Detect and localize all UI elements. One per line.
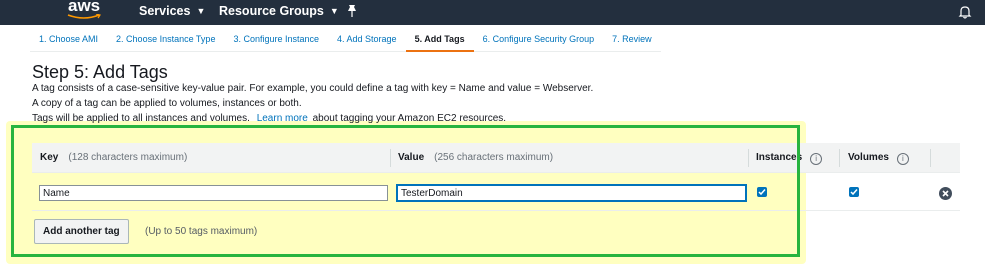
tab-add-tags[interactable]: 5. Add Tags: [405, 28, 474, 52]
aws-smile-icon: [67, 14, 101, 19]
resource-groups-label: Resource Groups: [219, 4, 324, 18]
resource-groups-menu[interactable]: Resource Groups ▼: [219, 4, 339, 18]
services-label: Services: [139, 4, 191, 18]
tab-configure-security-group[interactable]: 6. Configure Security Group: [473, 28, 604, 52]
chevron-down-icon: ▼: [196, 6, 206, 16]
description-line-2: A copy of a tag can be applied to volume…: [32, 98, 302, 109]
tab-configure-instance[interactable]: 3. Configure Instance: [224, 28, 329, 52]
description-text: Tags will be applied to all instances an…: [32, 113, 250, 124]
learn-more-link[interactable]: Learn more: [257, 113, 308, 124]
pin-icon[interactable]: [346, 4, 358, 18]
bell-icon[interactable]: [958, 5, 972, 19]
services-menu[interactable]: Services ▼: [139, 4, 205, 18]
highlight-box: [11, 125, 800, 257]
description-text-end: about tagging your Amazon EC2 resources.: [312, 113, 507, 124]
description-line-1: A tag consists of a case-sensitive key-v…: [32, 83, 594, 94]
remove-tag-button[interactable]: [939, 187, 952, 200]
tab-choose-instance-type[interactable]: 2. Choose Instance Type: [107, 28, 225, 52]
page-title: Step 5: Add Tags: [32, 62, 168, 82]
tab-review[interactable]: 7. Review: [603, 28, 661, 52]
volumes-header-label: Volumes: [848, 152, 889, 163]
description-line-3: Tags will be applied to all instances an…: [32, 113, 506, 124]
column-divider: [930, 149, 931, 167]
chevron-down-icon: ▼: [329, 6, 339, 16]
info-icon[interactable]: i: [896, 153, 909, 165]
volumes-column-header: Volumes i: [848, 152, 909, 165]
volumes-checkbox[interactable]: [849, 187, 859, 197]
column-divider: [839, 149, 840, 167]
info-icon[interactable]: i: [810, 153, 823, 165]
tab-add-storage[interactable]: 4. Add Storage: [328, 28, 406, 52]
close-icon: [942, 190, 949, 197]
tab-choose-ami[interactable]: 1. Choose AMI: [30, 28, 108, 52]
wizard-steps: 1. Choose AMI 2. Choose Instance Type 3.…: [30, 28, 661, 54]
checkmark-icon: [850, 189, 858, 196]
top-nav-bar: aws Services ▼ Resource Groups ▼: [0, 0, 985, 25]
